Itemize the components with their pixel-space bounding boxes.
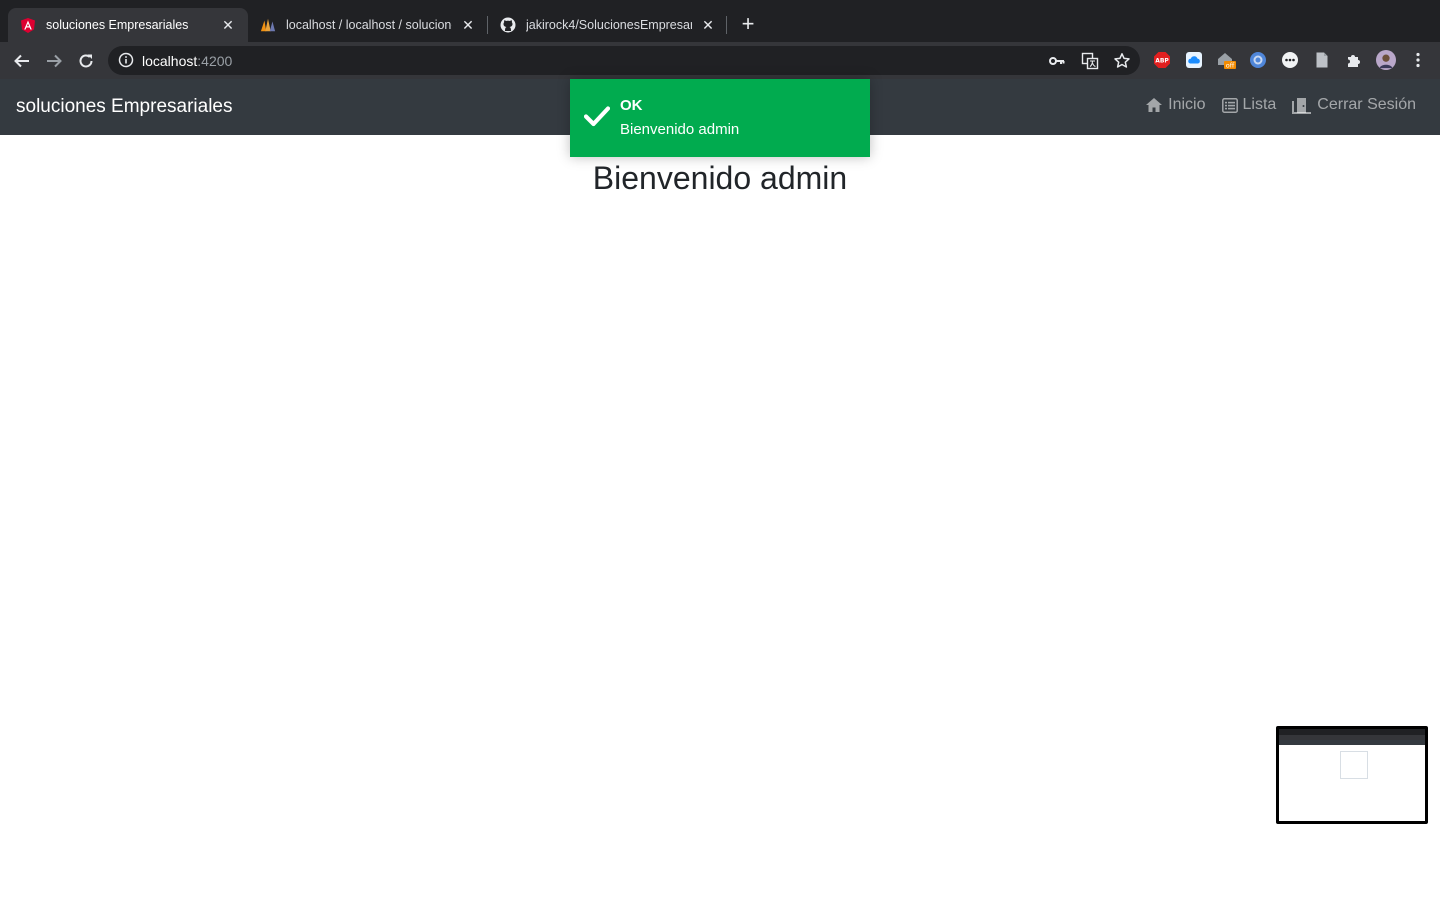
tab-title: jakirock4/SolucionesEmpresariales [526, 18, 692, 32]
forward-button[interactable] [43, 50, 65, 72]
svg-text:ABP: ABP [1155, 58, 1169, 65]
success-toast[interactable]: OK Bienvenido admin [570, 79, 870, 157]
browser-tab[interactable]: jakirock4/SolucionesEmpresariales ✕ [488, 8, 728, 42]
document-extension-icon[interactable] [1312, 50, 1332, 70]
navbar-brand[interactable]: soluciones Empresariales [16, 96, 233, 118]
reload-button[interactable] [75, 50, 97, 72]
tab-divider [726, 16, 727, 34]
thumbnail-navbar [1279, 740, 1425, 745]
url-host: localhost [142, 53, 198, 69]
nav-link-label: Lista [1242, 96, 1277, 113]
close-icon[interactable]: ✕ [700, 17, 716, 33]
thumbnail-login-card [1340, 751, 1368, 779]
screenshot-thumbnail[interactable] [1276, 726, 1428, 824]
info-icon[interactable] [118, 52, 134, 68]
key-icon[interactable] [1048, 52, 1066, 70]
url-text: localhost:4200 [142, 53, 232, 69]
nav-link-label: Inicio [1168, 96, 1206, 113]
checkmark-icon [583, 105, 611, 132]
browser-toolbar: localhost:4200 ABP off [0, 42, 1440, 79]
adblock-icon[interactable]: ABP [1152, 50, 1172, 70]
close-icon[interactable]: ✕ [460, 17, 476, 33]
toast-title: OK [620, 97, 643, 114]
tab-title: localhost / localhost / soluciones [286, 18, 452, 32]
address-bar[interactable]: localhost:4200 [108, 46, 1140, 75]
url-port: :4200 [197, 53, 233, 69]
nav-link-inicio[interactable]: Inicio [1145, 96, 1206, 114]
puzzle-extensions-icon[interactable] [1344, 50, 1364, 70]
home-extension-icon[interactable]: off [1216, 50, 1236, 70]
page-heading: Bienvenido admin [592, 160, 848, 196]
browser-tab-strip: soluciones Empresariales ✕ localhost / l… [0, 0, 1440, 42]
tab-title: soluciones Empresariales [46, 18, 189, 32]
dots-extension-icon[interactable] [1280, 50, 1300, 70]
navbar-links: Inicio Lista Cerrar Sesión [1145, 96, 1416, 114]
browser-tab[interactable]: localhost / localhost / soluciones ✕ [248, 8, 488, 42]
back-button[interactable] [11, 50, 33, 72]
extension-badge: off [1226, 62, 1235, 70]
phpmyadmin-icon [260, 17, 276, 33]
home-icon [1146, 98, 1163, 112]
circle-extension-icon[interactable] [1248, 50, 1268, 70]
github-icon [500, 17, 516, 33]
translate-icon[interactable] [1081, 52, 1099, 70]
cloud-extension-icon[interactable] [1184, 50, 1204, 70]
close-icon[interactable]: ✕ [220, 17, 236, 33]
nav-link-lista[interactable]: Lista [1221, 96, 1277, 114]
nav-link-label: Cerrar Sesión [1317, 96, 1416, 113]
browser-tab-active[interactable]: soluciones Empresariales ✕ [8, 8, 248, 42]
profile-avatar[interactable] [1376, 50, 1396, 70]
nav-link-cerrar-sesion[interactable]: Cerrar Sesión [1292, 96, 1416, 114]
kebab-menu-icon[interactable] [1408, 50, 1428, 70]
angular-icon [20, 17, 36, 33]
toast-message: Bienvenido admin [620, 121, 740, 138]
door-exit-icon [1292, 97, 1312, 114]
new-tab-button[interactable]: + [736, 13, 760, 37]
bookmark-star-icon[interactable] [1113, 52, 1131, 70]
list-icon [1221, 97, 1238, 113]
